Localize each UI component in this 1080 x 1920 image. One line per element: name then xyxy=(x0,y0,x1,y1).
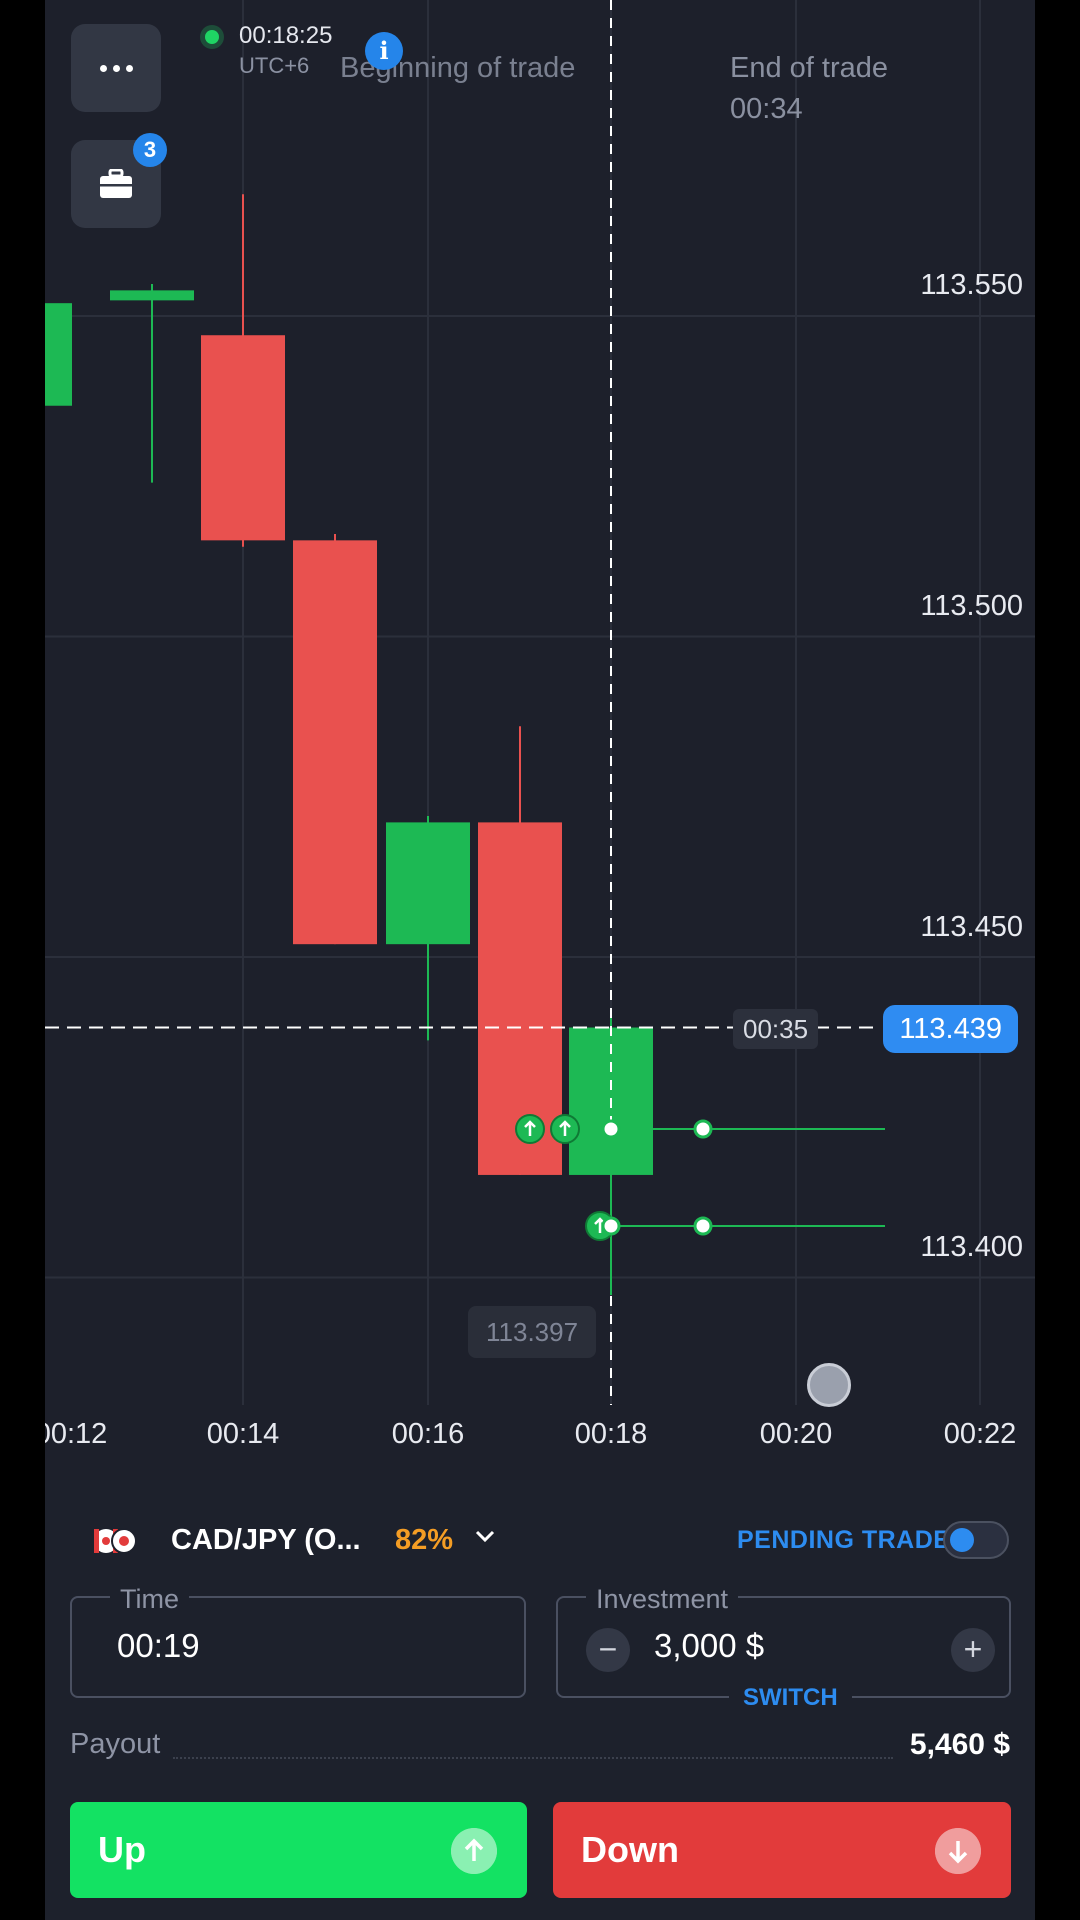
switch-button[interactable]: SWITCH xyxy=(729,1684,852,1712)
connection-status-icon xyxy=(205,30,219,44)
chart-scroll-handle[interactable] xyxy=(807,1363,851,1407)
price-tick-label: 113.500 xyxy=(920,590,1023,622)
candle-body xyxy=(386,822,470,945)
payout-value: 5,460 $ xyxy=(909,1728,1010,1761)
pending-trade-toggle[interactable] xyxy=(943,1521,1009,1559)
chart-canvas xyxy=(45,0,1035,1405)
up-button-label: Up xyxy=(98,1829,146,1870)
menu-button[interactable] xyxy=(71,24,161,112)
time-tick-label: 00:20 xyxy=(759,1418,833,1450)
asset-payout-percent: 82% xyxy=(395,1524,454,1556)
end-of-trade-countdown: 00:34 xyxy=(730,93,803,125)
end-of-trade-label: End of trade xyxy=(730,52,888,84)
trading-app: 113.550 113.500 113.450 113.400 00:12 00… xyxy=(45,0,1035,1920)
low-price-marker: 113.397 xyxy=(468,1306,597,1358)
time-tick-label: 00:12 xyxy=(45,1418,108,1450)
time-tick-label: 00:18 xyxy=(574,1418,648,1450)
price-tick-label: 113.550 xyxy=(920,269,1023,301)
timezone-label: UTC+6 xyxy=(239,53,310,78)
trades-count-badge: 3 xyxy=(133,133,167,167)
trade-point xyxy=(601,1119,621,1139)
server-clock: 00:18:25 xyxy=(239,22,333,49)
time-field-label: Time xyxy=(110,1584,189,1615)
briefcase-icon xyxy=(100,169,132,198)
time-tick-label: 00:22 xyxy=(943,1418,1017,1450)
more-icon xyxy=(99,64,107,72)
price-tick-label: 113.400 xyxy=(920,1231,1023,1263)
candle-body xyxy=(110,290,194,301)
increase-investment-button[interactable]: + xyxy=(951,1628,995,1672)
pending-trade-label: PENDING TRADE xyxy=(737,1526,951,1554)
price-chart[interactable]: 113.550 113.500 113.450 113.400 00:12 00… xyxy=(45,0,1035,1480)
decrease-investment-button[interactable]: − xyxy=(586,1628,630,1672)
down-button[interactable]: Down xyxy=(553,1802,1011,1898)
payout-divider xyxy=(173,1757,893,1759)
arrow-up-icon xyxy=(451,1828,497,1874)
price-tick-label: 113.450 xyxy=(920,911,1023,943)
trade-point xyxy=(693,1216,713,1236)
info-icon[interactable]: i xyxy=(365,32,403,70)
trade-point xyxy=(601,1216,621,1236)
arrow-down-icon xyxy=(935,1828,981,1874)
payout-label: Payout xyxy=(70,1728,161,1760)
investment-field-label: Investment xyxy=(586,1584,739,1615)
asset-flags-icon xyxy=(94,1528,137,1554)
candle-body xyxy=(201,335,285,541)
toggle-knob xyxy=(950,1528,974,1552)
candle-countdown: 00:35 xyxy=(733,1009,819,1049)
current-price-badge: 113.439 xyxy=(883,1005,1018,1053)
candle-body xyxy=(293,540,377,945)
investment-value[interactable]: 3,000 $ xyxy=(654,1627,764,1665)
time-tick-label: 00:14 xyxy=(206,1418,280,1450)
chevron-down-icon[interactable] xyxy=(473,1524,497,1548)
time-value[interactable]: 00:19 xyxy=(117,1627,200,1665)
trade-point xyxy=(693,1119,713,1139)
down-button-label: Down xyxy=(581,1829,679,1870)
up-button[interactable]: Up xyxy=(70,1802,527,1898)
candle-body xyxy=(45,303,72,406)
time-tick-label: 00:16 xyxy=(391,1418,465,1450)
asset-name[interactable]: CAD/JPY (O... xyxy=(171,1524,361,1557)
